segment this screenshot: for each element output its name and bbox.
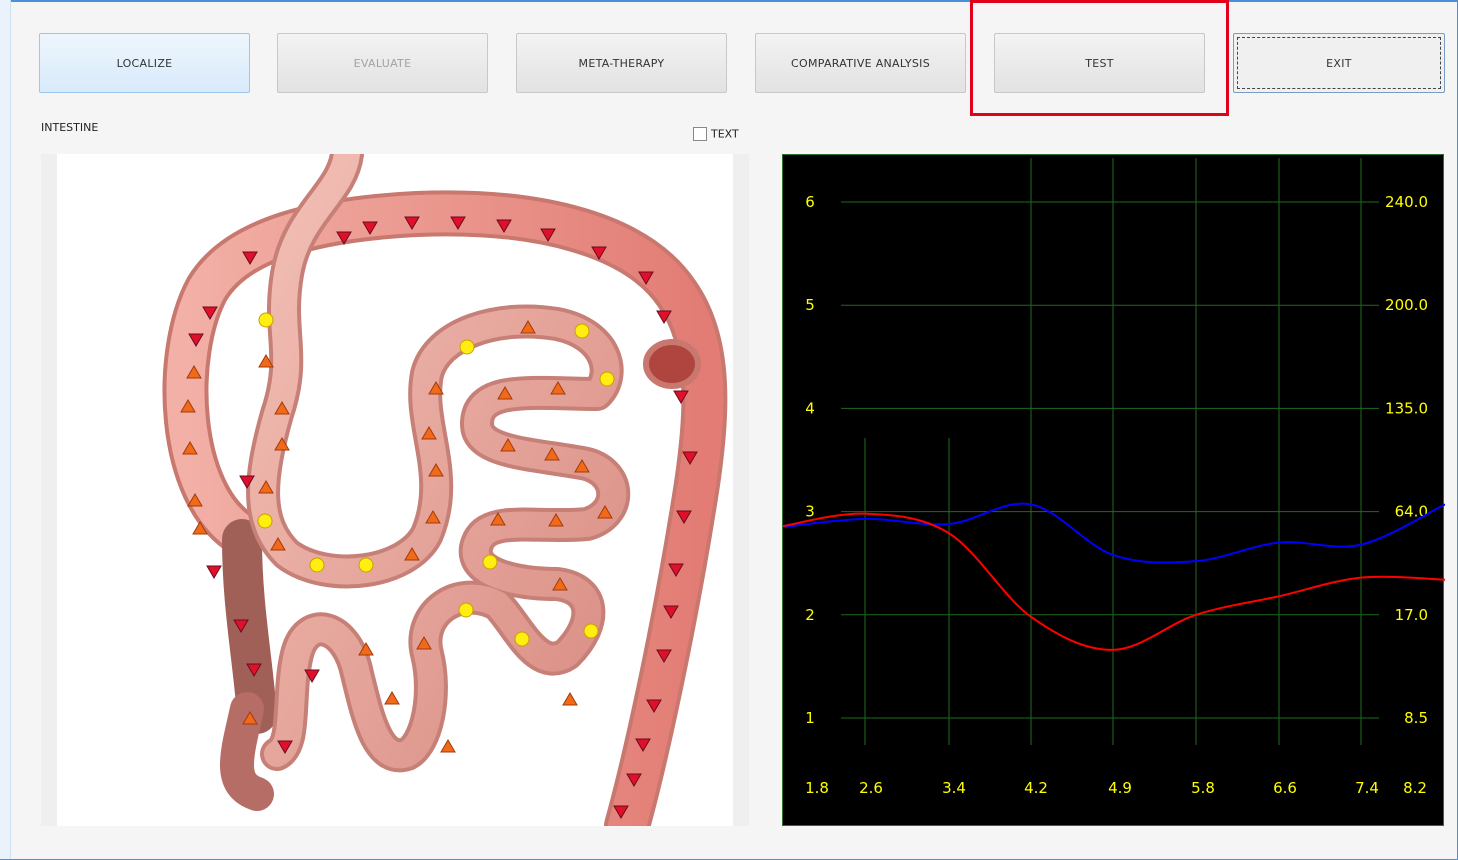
localize-button[interactable]: LOCALIZE bbox=[39, 33, 250, 93]
test-highlight-box bbox=[970, 0, 1229, 116]
y-left-tick-label: 1 bbox=[805, 709, 815, 727]
y-right-tick-label: 17.0 bbox=[1395, 606, 1428, 624]
organ-label: INTESTINE bbox=[41, 121, 99, 134]
text-checkbox-label: TEXT bbox=[711, 127, 739, 141]
x-tick-label: 3.4 bbox=[942, 779, 966, 797]
y-left-tick-label: 3 bbox=[805, 503, 815, 521]
exit-focus-rect: EXIT bbox=[1237, 37, 1441, 89]
x-tick-label: 4.2 bbox=[1024, 779, 1048, 797]
intestine-image bbox=[57, 137, 733, 849]
x-tick-label: 6.6 bbox=[1273, 779, 1297, 797]
chart-panel: 1 8.5 2 17.0 3 64.0 4 135.0 5 200.0 6 240.0 1.8 2.6 3.… bbox=[782, 154, 1445, 826]
y-right-tick-label: 200.0 bbox=[1385, 296, 1428, 314]
y-left-tick-label: 4 bbox=[805, 399, 815, 417]
y-right-tick-label: 135.0 bbox=[1385, 399, 1428, 417]
x-tick-label: 1.8 bbox=[805, 779, 829, 797]
x-tick-label: 2.6 bbox=[859, 779, 883, 797]
meta-therapy-button[interactable]: META-THERAPY bbox=[516, 33, 727, 93]
y-left-tick-label: 2 bbox=[805, 606, 815, 624]
y-right-tick-label: 64.0 bbox=[1395, 503, 1428, 521]
meta-therapy-label: META-THERAPY bbox=[578, 57, 665, 70]
localize-label: LOCALIZE bbox=[116, 57, 173, 70]
intestine-image-panel bbox=[41, 137, 749, 849]
line-chart: 1 8.5 2 17.0 3 64.0 4 135.0 5 200.0 6 240.0 1.8 2.6 3.… bbox=[783, 158, 1445, 797]
intestine-illustration bbox=[162, 137, 728, 849]
comparative-analysis-label: COMPARATIVE ANALYSIS bbox=[791, 57, 930, 70]
x-tick-label: 5.8 bbox=[1191, 779, 1215, 797]
text-toggle[interactable]: TEXT bbox=[693, 127, 739, 141]
exit-label: EXIT bbox=[1326, 57, 1352, 70]
x-tick-label: 7.4 bbox=[1355, 779, 1379, 797]
y-left-tick-label: 6 bbox=[805, 193, 815, 211]
x-tick-label: 4.9 bbox=[1108, 779, 1132, 797]
comparative-analysis-button[interactable]: COMPARATIVE ANALYSIS bbox=[755, 33, 966, 93]
series-line-red bbox=[783, 512, 1445, 651]
x-tick-label: 8.2 bbox=[1403, 779, 1427, 797]
series-line-blue bbox=[783, 502, 1445, 564]
y-left-tick-label: 5 bbox=[805, 296, 815, 314]
window-left-edge bbox=[0, 0, 11, 859]
text-checkbox[interactable] bbox=[693, 127, 707, 141]
y-right-tick-label: 240.0 bbox=[1385, 193, 1428, 211]
exit-button[interactable]: EXIT bbox=[1233, 33, 1445, 93]
evaluate-button[interactable]: EVALUATE bbox=[277, 33, 488, 93]
evaluate-label: EVALUATE bbox=[353, 57, 412, 70]
y-right-tick-label: 8.5 bbox=[1404, 709, 1428, 727]
